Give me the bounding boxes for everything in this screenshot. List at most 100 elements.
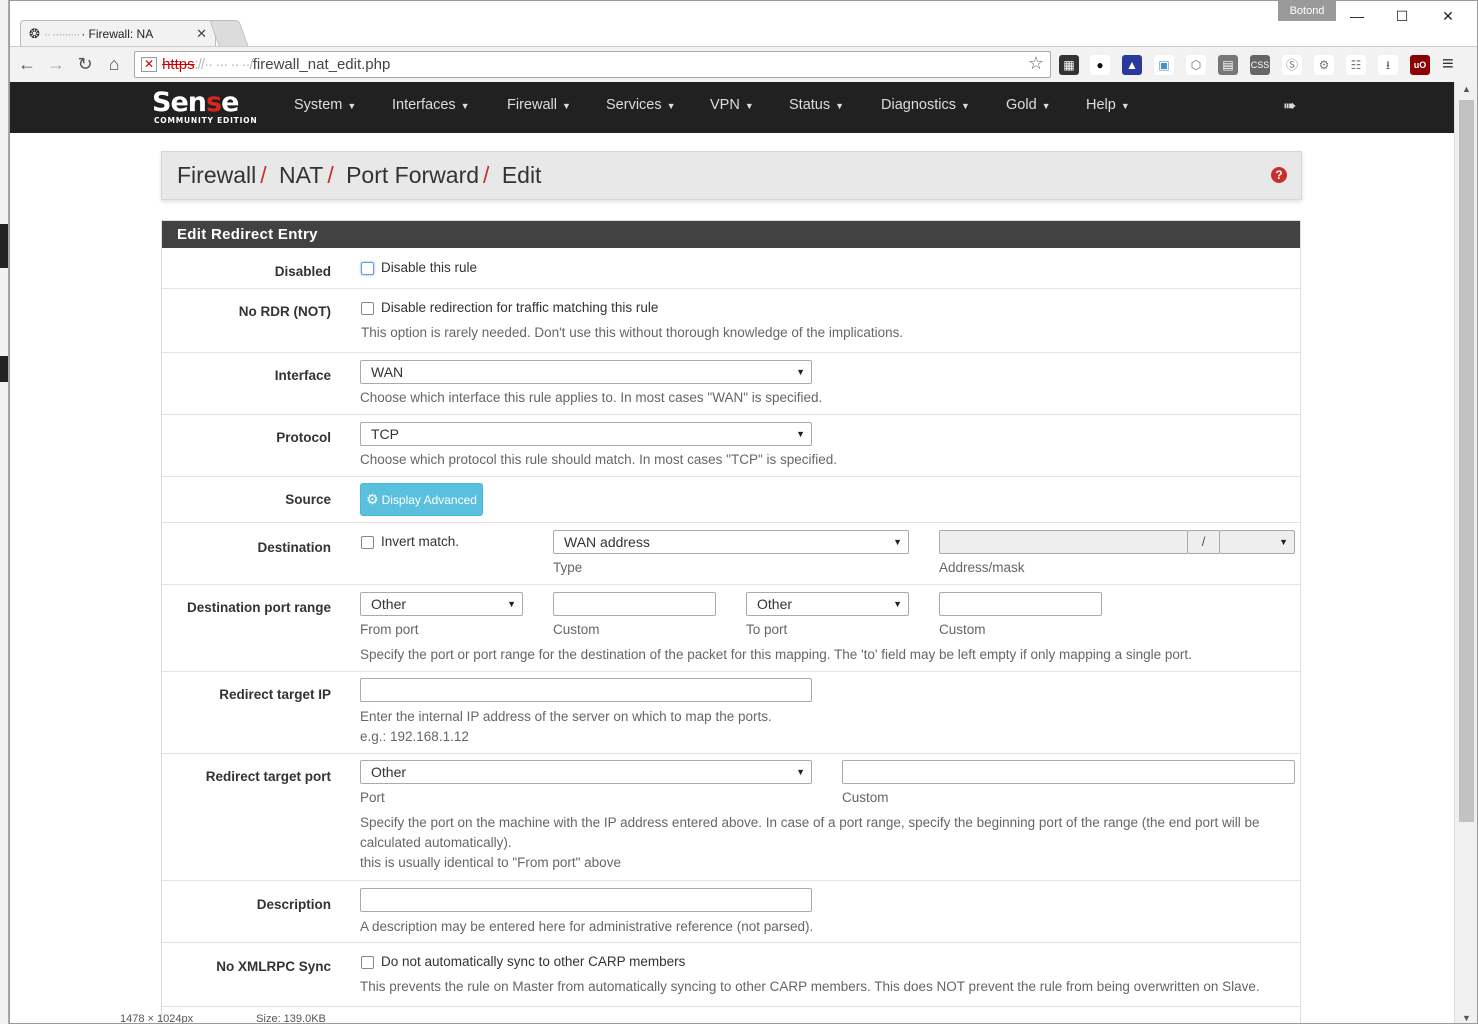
invert-match-text: Invert match. (381, 534, 460, 549)
scroll-down-icon[interactable]: ▼ (1462, 1013, 1471, 1023)
mask-separator: / (1187, 530, 1220, 554)
caret-down-icon: ▼ (561, 101, 571, 111)
nav-gold[interactable]: Gold ▼ (1006, 82, 1051, 133)
interface-select[interactable]: WAN ▼ (360, 360, 812, 384)
nav-vpn[interactable]: VPN ▼ (710, 82, 754, 133)
nav-system[interactable]: System ▼ (294, 82, 356, 133)
description-input[interactable] (360, 888, 812, 912)
nav-help[interactable]: Help ▼ (1086, 82, 1130, 133)
logo-brand-c: e (221, 87, 239, 118)
redirect-target-port-select[interactable]: Other ▼ (360, 760, 812, 784)
pfsense-favicon-icon: ❂ (29, 26, 40, 41)
nordr-checkbox[interactable] (361, 302, 374, 315)
row-source: Source ⚙ Display Advanced (162, 477, 1300, 523)
targetport-help-3: this is usually identical to "From port"… (360, 855, 621, 870)
scrollbar-thumb[interactable] (1459, 100, 1474, 822)
incognito-extension-icon[interactable]: ● (1090, 55, 1110, 75)
page-ruler-extension-icon[interactable]: ▤ (1218, 55, 1238, 75)
vertical-scrollbar[interactable]: ▲ ▼ (1454, 82, 1477, 1023)
address-bar[interactable]: ✕ https ://·· ··· ·· ··/ firewall_nat_ed… (134, 51, 1051, 78)
panel-title: Edit Redirect Entry (162, 221, 1300, 248)
browser-toolbar: ← → ↻ ⌂ ✕ https ://·· ··· ·· ··/ firewal… (10, 46, 1477, 82)
protocol-select[interactable]: TCP ▼ (360, 422, 812, 446)
forward-arrow-icon[interactable]: → (45, 53, 67, 75)
row-interface: Interface WAN ▼ Choose which interface th… (162, 353, 1300, 415)
download-extension-icon[interactable]: ⭳ (1378, 55, 1398, 75)
minimize-icon[interactable]: — (1340, 5, 1374, 27)
caret-down-icon: ▼ (960, 101, 970, 111)
breadcrumb-port-forward[interactable]: Port Forward (346, 162, 479, 188)
description-help: A description may be entered here for ad… (360, 919, 814, 934)
to-port-custom-input[interactable] (939, 592, 1102, 616)
nav-services[interactable]: Services ▼ (606, 82, 676, 133)
document-extension-icon[interactable]: ☷ (1346, 55, 1366, 75)
target-port-label: Port (360, 790, 385, 805)
back-arrow-icon[interactable]: ← (16, 53, 38, 75)
breadcrumb-nat[interactable]: NAT (279, 162, 323, 188)
web-developer-extension-icon[interactable]: ▲ (1122, 55, 1142, 75)
bookmark-star-icon[interactable]: ☆ (1028, 53, 1044, 74)
no-xmlrpc-sync-text: Do not automatically sync to other CARP … (381, 954, 686, 969)
cube-extension-icon[interactable]: ⬡ (1186, 55, 1206, 75)
edit-redirect-panel: Edit Redirect Entry Disabled Disable thi… (161, 220, 1301, 1023)
breadcrumb-firewall[interactable]: Firewall (177, 162, 256, 188)
ublock-origin-icon[interactable]: uO (1410, 55, 1430, 75)
invert-match-checkbox[interactable] (361, 536, 374, 549)
no-xmlrpc-sync-checkbox[interactable] (361, 956, 374, 969)
maximize-icon[interactable]: ☐ (1385, 5, 1419, 27)
home-icon[interactable]: ⌂ (103, 53, 125, 75)
targetport-help-1: Specify the port on the machine with the… (360, 815, 1260, 830)
label-source: Source (285, 492, 331, 507)
image-viewer-statusbar: 1478 × 1024px Size: 139.0KB (120, 1013, 326, 1024)
nav-interfaces[interactable]: Interfaces ▼ (392, 82, 470, 133)
nordr-help: This option is rarely needed. Don't use … (361, 325, 904, 340)
disabled-checkbox[interactable] (361, 262, 374, 275)
to-port-label: To port (746, 622, 788, 637)
top-navbar: Sense COMMUNITY EDITION System ▼ Interfac… (10, 82, 1454, 133)
caret-down-icon: ▼ (347, 101, 357, 111)
row-destination: Destination Invert match. WAN address ▼ T… (162, 523, 1300, 585)
scroll-up-icon[interactable]: ▲ (1462, 84, 1471, 94)
from-port-custom-input[interactable] (553, 592, 716, 616)
browser-menu-icon[interactable]: ≡ (1442, 53, 1454, 76)
skype-extension-icon[interactable]: Ⓢ (1282, 55, 1302, 75)
gear-extension-icon[interactable]: ⚙ (1314, 55, 1334, 75)
destination-mask-select[interactable]: ▼ (1219, 530, 1295, 554)
profile-button[interactable]: Botond (1278, 1, 1336, 21)
to-port-select[interactable]: Other ▼ (746, 592, 909, 616)
logo-brand-a: Sen (152, 87, 207, 118)
display-advanced-button[interactable]: ⚙ Display Advanced (360, 483, 483, 516)
label-redirect-target-port: Redirect target port (205, 769, 331, 784)
url-host-blurred: ://·· ··· ·· ··/ (194, 56, 254, 73)
logout-icon[interactable]: ➠ (1283, 96, 1296, 116)
disabled-text: Disable this rule (381, 260, 478, 275)
pfsense-logo[interactable]: Sense COMMUNITY EDITION (152, 87, 257, 125)
camera-extension-icon[interactable]: ▣ (1154, 55, 1174, 75)
reload-icon[interactable]: ↻ (74, 53, 96, 75)
background-window-strip (0, 0, 9, 1024)
nav-status[interactable]: Status ▼ (789, 82, 844, 133)
from-custom-label: Custom (553, 622, 600, 637)
browser-tab-active[interactable]: ❂ ·· ········· · Firewall: NA ✕ (20, 20, 216, 47)
nav-firewall[interactable]: Firewall ▼ (507, 82, 571, 133)
help-question-icon[interactable]: ? (1271, 167, 1287, 183)
row-protocol: Protocol TCP ▼ Choose which protocol this… (162, 415, 1300, 477)
from-port-select[interactable]: Other ▼ (360, 592, 523, 616)
address-mask-label: Address/mask (939, 560, 1025, 575)
destination-type-select[interactable]: WAN address ▼ (553, 530, 909, 554)
css-viewer-extension-icon[interactable]: CSS (1250, 55, 1270, 75)
label-interface: Interface (274, 368, 331, 383)
gear-icon: ⚙ (366, 491, 379, 507)
caret-down-icon: ▼ (666, 101, 676, 111)
image-size: Size: 139.0KB (256, 1013, 326, 1024)
redirect-target-port-custom-input[interactable] (842, 760, 1295, 784)
close-window-icon[interactable]: ✕ (1431, 5, 1465, 27)
insecure-lock-icon[interactable]: ✕ (141, 57, 158, 72)
redirect-target-ip-input[interactable] (360, 678, 812, 702)
breadcrumb: Firewall / NAT / Port Forward / Edit ? (161, 151, 1302, 200)
destination-address-input[interactable] (939, 530, 1188, 554)
tab-close-icon[interactable]: ✕ (196, 26, 207, 42)
row-nordr: No RDR (NOT) Disable redirection for tra… (162, 289, 1300, 353)
qr-code-extension-icon[interactable]: ▦ (1059, 55, 1079, 75)
nav-diagnostics[interactable]: Diagnostics ▼ (881, 82, 970, 133)
